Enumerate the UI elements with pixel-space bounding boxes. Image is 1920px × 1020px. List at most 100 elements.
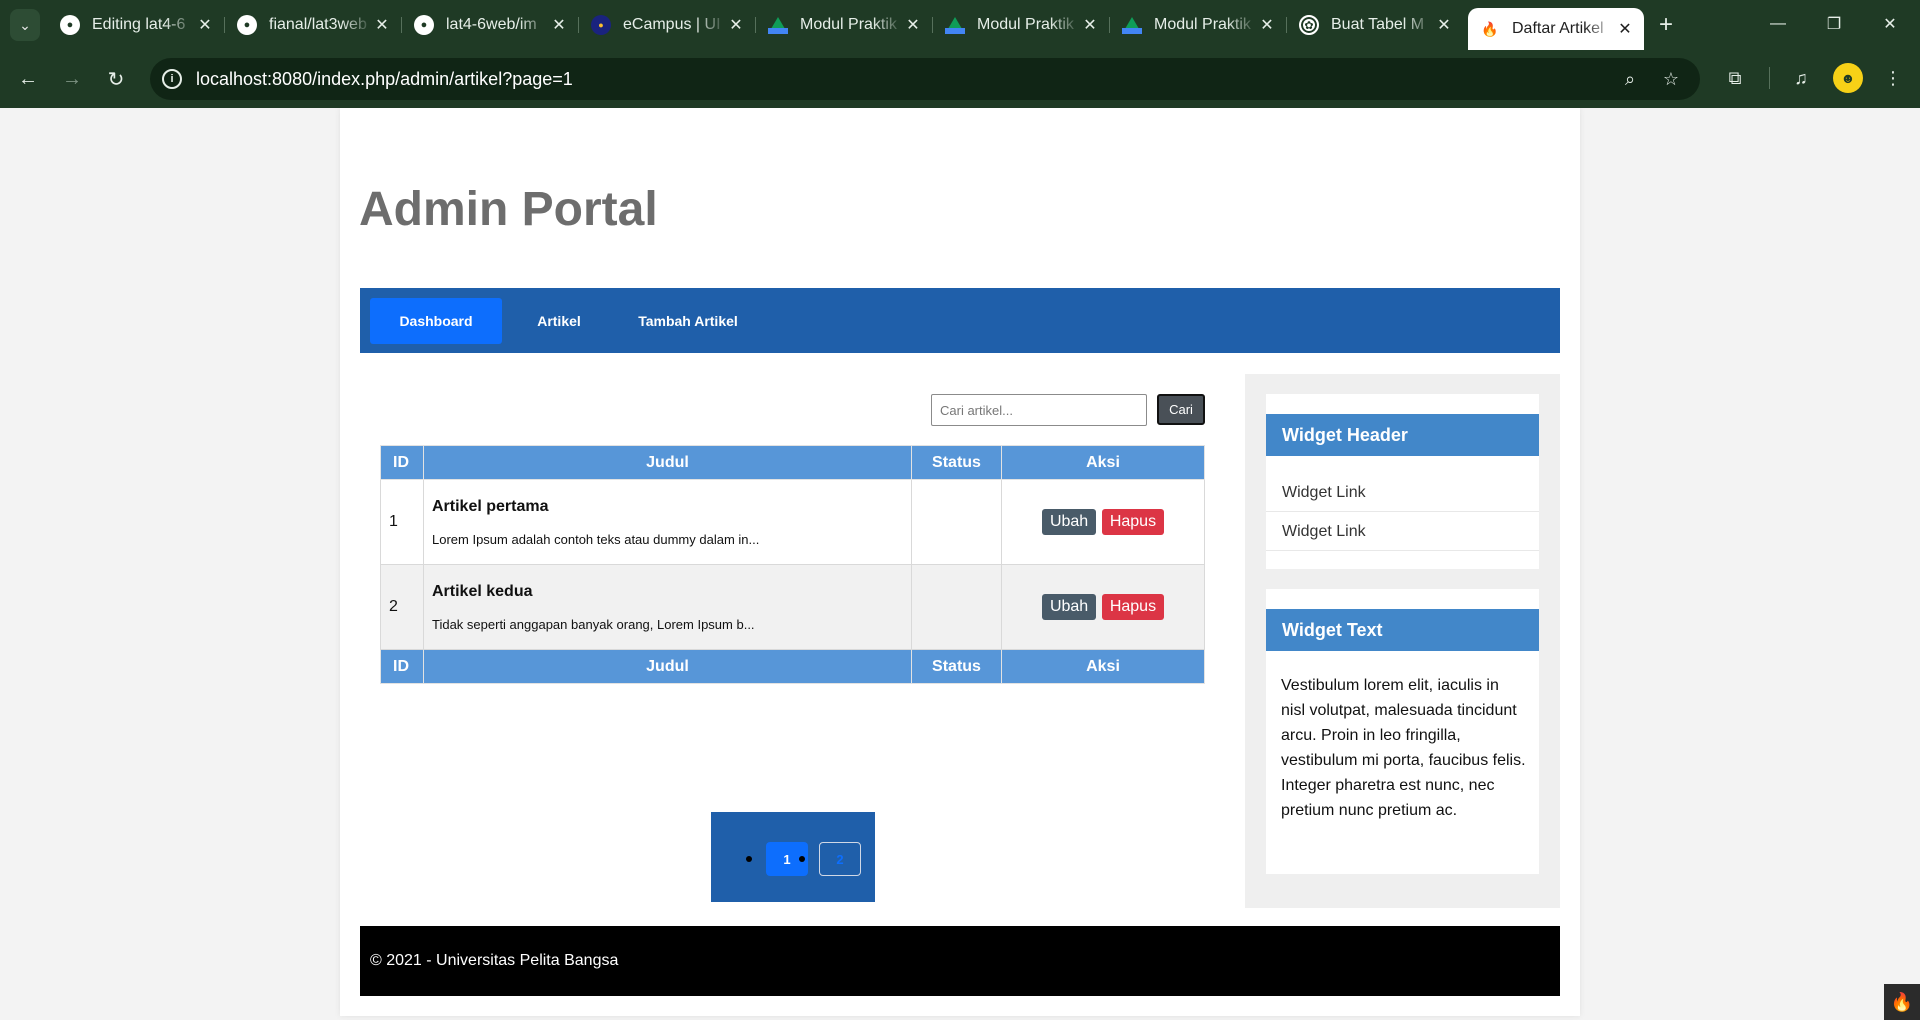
profile-avatar[interactable]: ☻ [1833,63,1863,93]
search-input[interactable] [931,394,1147,426]
table-header-row: ID Judul Status Aksi [380,445,1205,480]
browser-tab[interactable]: ✿ Buat Tabel M ✕ [1287,8,1463,42]
row-actions: Ubah Hapus [1001,564,1205,650]
forward-button[interactable]: → [56,63,88,95]
widget-text: Widget Text Vestibulum lorem elit, iacul… [1266,589,1539,874]
browser-tab[interactable]: Modul Praktik ✕ [1110,8,1287,42]
reload-icon: ↻ [107,68,125,91]
articles-table: ID Judul Status Aksi 1 Artikel pertama L… [380,445,1205,684]
article-excerpt: Lorem Ipsum adalah contoh teks atau dumm… [432,531,760,547]
delete-button[interactable]: Hapus [1101,594,1165,620]
new-tab-button[interactable]: + [1650,9,1682,41]
column-header-id: ID [380,445,424,480]
browser-tab[interactable]: Modul Praktik ✕ [756,8,933,42]
column-header-judul: Judul [423,445,912,480]
widget-link[interactable]: Widget Link [1266,513,1539,551]
bullet-icon [746,856,752,862]
page-link[interactable]: 2 [819,842,861,876]
close-icon[interactable]: ✕ [1081,15,1099,35]
browser-tab-active[interactable]: 🔥 Daftar Artikel ✕ [1468,8,1644,50]
article-excerpt: Tidak seperti anggapan banyak orang, Lor… [432,616,755,632]
google-drive-icon [945,16,965,34]
reload-button[interactable]: ↻ [100,63,132,95]
edit-button[interactable]: Ubah [1041,509,1097,535]
column-footer-aksi: Aksi [1001,649,1205,684]
github-icon: ● [237,15,257,35]
row-id: 1 [380,479,424,565]
widget-links: Widget Header Widget Link Widget Link [1266,394,1539,569]
row-judul: Artikel pertama Lorem Ipsum adalah conto… [423,479,912,565]
restore-icon: ❐ [1826,16,1842,33]
tab-search-button[interactable]: ⌄ [10,9,40,41]
browser-tab[interactable]: ● fianal/lat3web ✕ [225,8,402,42]
media-control-icon[interactable]: ♫ [1786,63,1816,93]
page-container: Admin Portal Dashboard Artikel Tambah Ar… [340,108,1580,1016]
google-drive-icon [1122,16,1142,34]
close-window-button[interactable]: ✕ [1862,0,1918,48]
google-drive-icon [768,16,788,34]
close-icon[interactable]: ✕ [1258,15,1276,35]
widget-header: Widget Header [1266,414,1539,456]
site-footer: © 2021 - Universitas Pelita Bangsa [360,926,1560,996]
url-text[interactable]: localhost:8080/index.php/admin/artikel?p… [196,69,573,90]
widget-header: Widget Text [1266,609,1539,651]
close-icon[interactable]: ✕ [1435,15,1453,35]
debug-toolbar-icon[interactable]: 🔥 [1884,984,1920,1020]
nav-tambah-artikel[interactable]: Tambah Artikel [618,298,758,344]
sidebar: Widget Header Widget Link Widget Link Wi… [1245,374,1560,908]
article-title: Artikel kedua [432,582,533,600]
column-footer-id: ID [380,649,424,684]
github-icon: ● [414,15,434,35]
table-row: 1 Artikel pertama Lorem Ipsum adalah con… [380,479,1205,565]
site-title: Admin Portal [359,183,658,236]
close-icon[interactable]: ✕ [550,15,568,35]
back-button[interactable]: ← [12,63,44,95]
delete-button[interactable]: Hapus [1101,509,1165,535]
restore-button[interactable]: ❐ [1806,0,1862,48]
browser-toolbar: ← → ↻ i localhost:8080/index.php/admin/a… [0,50,1920,108]
close-icon[interactable]: ✕ [1616,19,1634,39]
codeigniter-icon: 🔥 [1480,19,1500,39]
widget-link[interactable]: Widget Link [1266,474,1539,512]
extensions-icon[interactable]: ⧉ [1720,63,1750,93]
edit-button[interactable]: Ubah [1041,594,1097,620]
column-footer-status: Status [911,649,1002,684]
zoom-icon[interactable]: ⌕ [1617,66,1643,92]
row-actions: Ubah Hapus [1001,479,1205,565]
row-status [911,479,1002,565]
browser-tab[interactable]: Modul Praktik ✕ [933,8,1110,42]
main-nav: Dashboard Artikel Tambah Artikel [360,288,1560,353]
table-footer-row: ID Judul Status Aksi [380,649,1205,684]
column-header-status: Status [911,445,1002,480]
nav-artikel[interactable]: Artikel [518,298,600,344]
row-id: 2 [380,564,424,650]
search-button[interactable]: Cari [1157,394,1205,425]
page-viewport: Admin Portal Dashboard Artikel Tambah Ar… [0,108,1920,1020]
bookmark-star-icon[interactable]: ☆ [1658,66,1684,92]
close-icon[interactable]: ✕ [373,15,391,35]
address-bar[interactable]: i localhost:8080/index.php/admin/artikel… [150,58,1700,100]
close-icon: ✕ [1883,16,1897,33]
browser-tab-bar: ⌄ ● Editing lat4-6 ✕ ● fianal/lat3web ✕ … [0,0,1920,50]
chatgpt-icon: ✿ [1299,15,1319,35]
minimize-button[interactable]: — [1750,0,1806,48]
nav-dashboard[interactable]: Dashboard [370,298,502,344]
column-footer-judul: Judul [423,649,912,684]
browser-tab[interactable]: ● Editing lat4-6 ✕ [48,8,225,42]
chevron-down-icon: ⌄ [19,16,31,33]
article-title: Artikel pertama [432,497,549,515]
close-icon[interactable]: ✕ [727,15,745,35]
row-status [911,564,1002,650]
github-icon: ● [60,15,80,35]
close-icon[interactable]: ✕ [904,15,922,35]
column-header-aksi: Aksi [1001,445,1205,480]
arrow-right-icon: → [62,67,82,90]
widget-body-text: Vestibulum lorem elit, iaculis in nisl v… [1281,677,1526,819]
browser-menu-icon[interactable]: ⋮ [1878,63,1908,93]
site-info-icon[interactable]: i [162,69,182,89]
minimize-icon: — [1770,15,1786,32]
close-icon[interactable]: ✕ [196,15,214,35]
browser-tab[interactable]: ● lat4-6web/im ✕ [402,8,579,42]
browser-tab[interactable]: ● eCampus | UI ✕ [579,8,756,42]
copyright-text: © 2021 - Universitas Pelita Bangsa [370,952,619,969]
